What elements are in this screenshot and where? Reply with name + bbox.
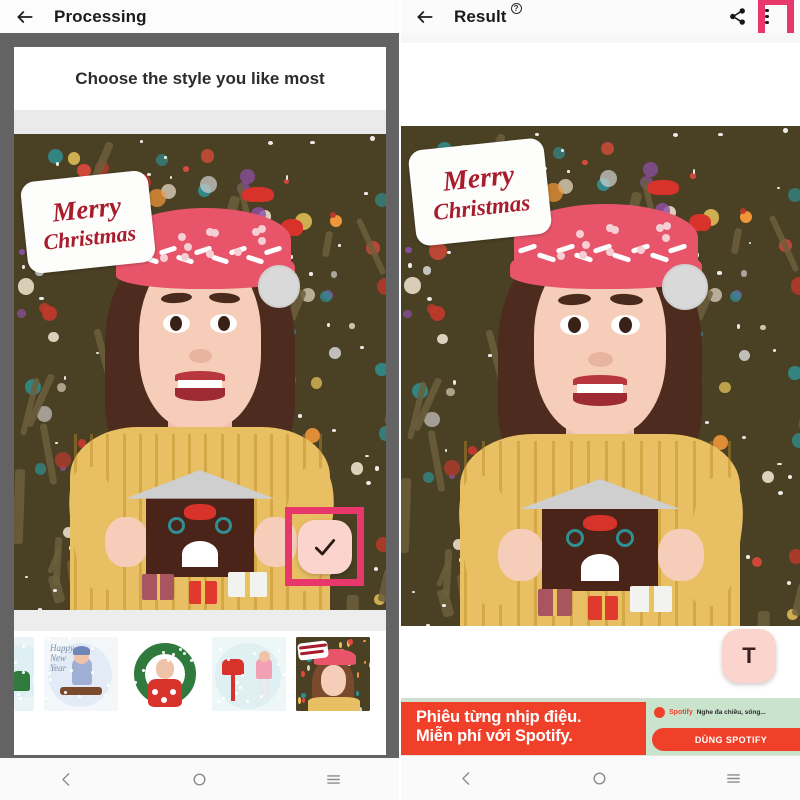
merry-christmas-banner: Merry Christmas — [407, 137, 553, 247]
nav-back-icon — [62, 772, 70, 786]
style-thumbnail-strip[interactable]: Happy New Year — [14, 631, 386, 717]
style-thumbnail[interactable]: Happy New Year — [44, 637, 118, 711]
back-button[interactable] — [412, 4, 438, 30]
dual-screenshot-comparison: Processing Choose the style you like mos… — [0, 0, 800, 800]
gift-box — [588, 596, 618, 620]
ad-headline-line-1: Phiêu từng nhịp điệu. — [416, 707, 582, 726]
figure-hand — [498, 528, 544, 581]
page-title: Result — [454, 6, 507, 26]
style-thumbnail[interactable] — [212, 637, 286, 711]
right-appbar: Result ? — [400, 0, 800, 33]
nav-recents-icon — [726, 773, 740, 783]
ad-banner[interactable]: Phiêu từng nhịp điệu. Miễn phí với Spoti… — [400, 698, 800, 755]
house-window — [580, 553, 620, 581]
thumbnail-caption: Happy New Year — [50, 643, 74, 673]
nav-back-button[interactable] — [44, 764, 90, 794]
nav-home-icon — [593, 771, 607, 785]
page-title: Processing — [54, 6, 147, 26]
result-top-whitespace — [400, 43, 800, 126]
gift-box — [142, 574, 174, 601]
figure-lip-lower — [572, 393, 628, 406]
ad-cta-button[interactable]: DÙNG SPOTIFY — [652, 728, 800, 751]
spotify-logo-icon — [654, 707, 665, 718]
gift-box — [188, 581, 217, 605]
merry-christmas-banner: Merry Christmas — [19, 169, 157, 275]
back-button[interactable] — [12, 4, 38, 30]
left-phone-panel: Processing Choose the style you like mos… — [0, 0, 400, 800]
ad-brand-name: Spotify — [669, 709, 693, 716]
nav-home-button[interactable] — [577, 763, 623, 793]
figure-lip-lower — [174, 388, 226, 401]
figure-eye — [210, 313, 238, 333]
ad-headline: Phiêu từng nhịp điệu. Miễn phí với Spoti… — [400, 698, 646, 755]
house-window — [182, 540, 218, 568]
strip-separator — [14, 610, 386, 631]
nav-back-icon — [462, 771, 470, 785]
figure-hand — [658, 528, 704, 581]
add-text-label: T — [742, 643, 756, 668]
nav-home-button[interactable] — [177, 764, 223, 794]
header-divider-band — [14, 110, 386, 134]
nav-recents-button[interactable] — [310, 764, 356, 794]
result-artwork[interactable]: Merry Christmas — [400, 126, 800, 626]
figure-hand — [105, 517, 148, 568]
panel-divider — [399, 0, 401, 800]
ad-body: Spotify Nghe đa chiều, sống... DÙNG SPOT… — [646, 698, 800, 755]
hat-pompom — [662, 263, 708, 310]
ad-cta-label: DÙNG SPOTIFY — [694, 734, 768, 745]
add-text-button[interactable]: T — [722, 629, 776, 683]
gift-box — [630, 586, 672, 612]
gift-box — [227, 571, 267, 597]
hat-pompom — [257, 264, 301, 308]
style-thumbnail-selected[interactable] — [296, 637, 370, 711]
share-button[interactable] — [722, 2, 752, 32]
nav-recents-icon — [326, 774, 340, 784]
right-phone-panel: Result ? Merry Christmas T Phiêu từng nh… — [400, 0, 800, 800]
left-content-backdrop: Choose the style you like most Merry Chr… — [0, 33, 400, 755]
ad-tagline: Nghe đa chiều, sống... — [696, 709, 766, 716]
style-thumbnail[interactable] — [128, 637, 202, 711]
ad-headline-line-2: Miễn phí với Spotify. — [416, 726, 573, 745]
nav-recents-button[interactable] — [710, 763, 756, 793]
figure-nose — [588, 352, 613, 367]
share-icon — [729, 8, 745, 25]
gift-box — [538, 588, 572, 616]
right-content: Merry Christmas T Phiêu từng nhịp điệu. … — [400, 33, 800, 755]
left-appbar: Processing — [0, 0, 400, 33]
result-top-gap — [400, 33, 800, 43]
style-thumbnail[interactable] — [14, 637, 34, 711]
ad-brand-row: Spotify Nghe đa chiều, sống... — [654, 707, 766, 718]
style-chooser-card: Choose the style you like most Merry Chr… — [14, 47, 386, 755]
confirm-button-annotation — [285, 507, 364, 586]
right-android-navbar — [400, 755, 800, 800]
figure-eye — [560, 315, 589, 335]
choose-style-label: Choose the style you like most — [75, 68, 325, 88]
help-icon[interactable]: ? — [510, 3, 522, 14]
figure-eye — [611, 315, 640, 335]
left-android-navbar — [0, 755, 400, 800]
figure-eye — [162, 313, 190, 333]
preview-artwork-left[interactable]: Merry Christmas — [14, 134, 386, 610]
nav-home-icon — [193, 772, 207, 786]
choose-style-header: Choose the style you like most — [14, 47, 386, 110]
nav-back-button[interactable] — [444, 763, 490, 793]
